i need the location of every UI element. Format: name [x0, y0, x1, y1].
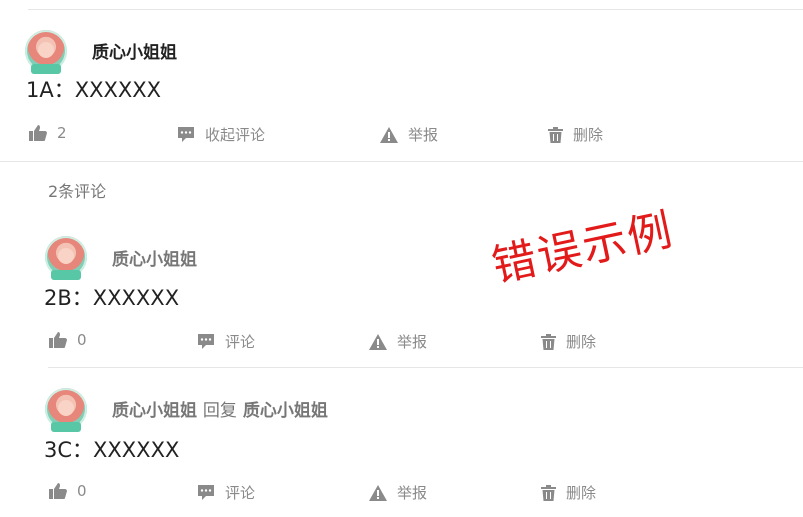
thumbs-up-icon	[29, 125, 47, 141]
avatar[interactable]	[45, 236, 87, 280]
delete-button[interactable]: 删除	[541, 482, 596, 503]
warning-icon	[369, 484, 387, 501]
like-count: 0	[77, 482, 87, 500]
like-count: 2	[57, 124, 67, 142]
avatar-face	[58, 400, 74, 416]
avatar[interactable]	[45, 388, 87, 432]
comment-button[interactable]: 评论	[197, 482, 255, 503]
warning-icon	[369, 333, 387, 350]
like-button[interactable]: 2	[29, 124, 67, 142]
reply-author-name[interactable]: 质心小姐姐	[112, 401, 197, 421]
top-divider	[28, 9, 803, 10]
warning-icon	[380, 126, 398, 143]
delete-button[interactable]: 删除	[548, 124, 603, 145]
delete-label: 删除	[566, 484, 597, 502]
reply-divider	[48, 367, 803, 368]
comment-icon	[197, 333, 215, 350]
comment-button[interactable]: 评论	[197, 331, 255, 352]
delete-label: 删除	[573, 126, 604, 144]
report-label: 举报	[397, 333, 428, 351]
report-label: 举报	[408, 126, 439, 144]
replies-count-header: 2条评论	[48, 182, 107, 201]
report-button[interactable]: 举报	[369, 482, 427, 503]
trash-icon	[541, 333, 556, 350]
avatar[interactable]	[25, 30, 67, 74]
trash-icon	[541, 484, 556, 501]
like-button[interactable]: 0	[49, 482, 87, 500]
delete-label: 删除	[566, 333, 597, 351]
comment-icon	[197, 484, 215, 501]
delete-button[interactable]: 删除	[541, 331, 596, 352]
collapse-comments-label: 收起评论	[205, 126, 266, 144]
thumbs-up-icon	[49, 483, 67, 499]
avatar-badge	[51, 270, 81, 280]
like-count: 0	[77, 331, 87, 349]
avatar-face	[58, 248, 74, 264]
comment-author-name[interactable]: 质心小姐姐	[92, 38, 177, 63]
like-button[interactable]: 0	[49, 331, 87, 349]
reply-author-line: 质心小姐姐 回复 质心小姐姐	[112, 396, 328, 421]
reply-content: 3C：XXXXXX	[44, 438, 180, 462]
avatar-face	[38, 42, 54, 58]
report-button[interactable]: 举报	[369, 331, 427, 352]
collapse-comments-button[interactable]: 收起评论	[177, 124, 265, 145]
comment-label: 评论	[225, 484, 256, 502]
reply-target-name[interactable]: 质心小姐姐	[243, 401, 328, 421]
thumbs-up-icon	[49, 332, 67, 348]
comment-content: 1A：XXXXXX	[26, 78, 162, 102]
avatar-badge	[51, 422, 81, 432]
section-divider	[0, 161, 803, 162]
comment-icon	[177, 126, 195, 143]
report-label: 举报	[397, 484, 428, 502]
comment-label: 评论	[225, 333, 256, 351]
report-button[interactable]: 举报	[380, 124, 438, 145]
reply-author-name[interactable]: 质心小姐姐	[112, 245, 197, 270]
trash-icon	[548, 126, 563, 143]
avatar-badge	[31, 64, 61, 74]
reply-content: 2B：XXXXXX	[44, 286, 180, 310]
reply-word: 回复	[202, 401, 237, 421]
wrong-example-annotation: 错误示例	[487, 204, 679, 293]
